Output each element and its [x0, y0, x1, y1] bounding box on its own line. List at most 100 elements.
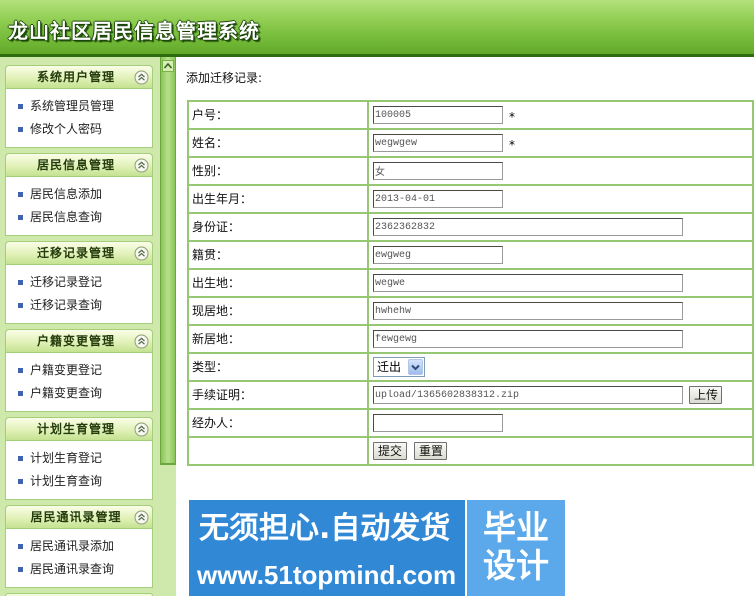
- chevron-up-icon[interactable]: [134, 334, 149, 349]
- frame-scrollbar[interactable]: [160, 57, 176, 465]
- form-row: 经办人：: [189, 410, 752, 436]
- menu-item-household-change-register[interactable]: 户籍变更登记: [6, 359, 152, 382]
- field-label: 籍贯：: [189, 242, 367, 268]
- menu-item-contacts-query[interactable]: 居民通讯录查询: [6, 558, 152, 581]
- field-label: 新居地：: [189, 326, 367, 352]
- form-actions-row: 提交 重置: [189, 438, 752, 464]
- field-label: 类型：: [189, 354, 367, 380]
- scroll-up-arrow-icon[interactable]: [162, 60, 174, 72]
- menu-item-label: 计划生育查询: [30, 474, 103, 488]
- square-bullet-icon: [18, 280, 23, 285]
- menu-item-family-planning-query[interactable]: 计划生育查询: [6, 470, 152, 493]
- menu-item-label: 户籍变更查询: [30, 386, 103, 400]
- empty-label-cell: [189, 438, 367, 464]
- field-label: 身份证：: [189, 214, 367, 240]
- form-row: 性别：: [189, 158, 752, 184]
- menu-header-migration-records[interactable]: 迁移记录管理: [5, 241, 153, 265]
- watermark-badge-bottom: 设计: [483, 546, 549, 585]
- form-row: 手续证明： 上传: [189, 382, 752, 408]
- menu-item-label: 计划生育登记: [30, 451, 103, 465]
- menu-section-household-changes: 户籍变更管理 户籍变更登记 户籍变更查询: [5, 329, 153, 412]
- menu-item-contacts-add[interactable]: 居民通讯录添加: [6, 535, 152, 558]
- birth-date-input[interactable]: [373, 190, 503, 208]
- menu-item-resident-query[interactable]: 居民信息查询: [6, 206, 152, 229]
- square-bullet-icon: [18, 456, 23, 461]
- menu-item-label: 居民信息查询: [30, 210, 103, 224]
- square-bullet-icon: [18, 544, 23, 549]
- menu-section-system-users: 系统用户管理 系统管理员管理 修改个人密码: [5, 65, 153, 148]
- submit-button[interactable]: 提交: [373, 442, 407, 460]
- household-no-input[interactable]: [373, 106, 503, 124]
- upload-button[interactable]: 上传: [689, 386, 722, 404]
- id-card-input[interactable]: [373, 218, 683, 236]
- form-row: 类型： 迁出: [189, 354, 752, 380]
- watermark-text-panel: 无须担心.自动发货 www.51topmind.com: [189, 500, 465, 596]
- watermark-slogan: 无须担心.自动发货: [199, 511, 451, 546]
- chevron-up-icon[interactable]: [134, 422, 149, 437]
- form-actions-cell: 提交 重置: [369, 438, 752, 464]
- square-bullet-icon: [18, 368, 23, 373]
- handler-input[interactable]: [373, 414, 503, 432]
- form-row: 出生地：: [189, 270, 752, 296]
- menu-header-resident-contacts[interactable]: 居民通讯录管理: [5, 505, 153, 529]
- menu-items: 居民信息添加 居民信息查询: [5, 177, 153, 236]
- document-path-input[interactable]: [373, 386, 683, 404]
- menu-item-migration-register[interactable]: 迁移记录登记: [6, 271, 152, 294]
- menu-item-household-change-query[interactable]: 户籍变更查询: [6, 382, 152, 405]
- menu-header-title: 居民通讯录管理: [30, 510, 122, 524]
- menu-item-label: 迁移记录查询: [30, 298, 103, 312]
- field-value-cell: [369, 270, 752, 296]
- form-row: 现居地：: [189, 298, 752, 324]
- menu-item-label: 居民通讯录添加: [30, 539, 115, 553]
- field-value-cell: [369, 158, 752, 184]
- new-address-input[interactable]: [373, 330, 683, 348]
- menu-item-label: 居民通讯录查询: [30, 562, 115, 576]
- watermark-badge: 毕业 设计: [467, 500, 565, 596]
- menu-item-resident-add[interactable]: 居民信息添加: [6, 183, 152, 206]
- watermark-badge-top: 毕业: [483, 508, 549, 547]
- square-bullet-icon: [18, 479, 23, 484]
- menu-item-family-planning-register[interactable]: 计划生育登记: [6, 447, 152, 470]
- menu-item-change-password[interactable]: 修改个人密码: [6, 118, 152, 141]
- field-label: 性别：: [189, 158, 367, 184]
- menu-header-resident-info[interactable]: 居民信息管理: [5, 153, 153, 177]
- type-select[interactable]: 迁出: [373, 357, 425, 377]
- chevron-up-icon[interactable]: [134, 246, 149, 261]
- square-bullet-icon: [18, 192, 23, 197]
- menu-item-label: 居民信息添加: [30, 187, 103, 201]
- native-place-input[interactable]: [373, 246, 503, 264]
- form-row: 姓名： *: [189, 130, 752, 156]
- field-label: 手续证明：: [189, 382, 367, 408]
- birthplace-input[interactable]: [373, 274, 683, 292]
- chevron-up-icon[interactable]: [134, 158, 149, 173]
- gender-input[interactable]: [373, 162, 503, 180]
- menu-item-admin-manage[interactable]: 系统管理员管理: [6, 95, 152, 118]
- field-label: 现居地：: [189, 298, 367, 324]
- menu-header-family-planning[interactable]: 计划生育管理: [5, 417, 153, 441]
- chevron-up-icon[interactable]: [134, 510, 149, 525]
- menu-item-migration-query[interactable]: 迁移记录查询: [6, 294, 152, 317]
- menu-header-system-users[interactable]: 系统用户管理: [5, 65, 153, 89]
- menu-section-resident-contacts: 居民通讯录管理 居民通讯录添加 居民通讯录查询: [5, 505, 153, 588]
- sidebar: 系统用户管理 系统管理员管理 修改个人密码 居民信息管理 居民信息添加 居民信息…: [0, 57, 176, 596]
- name-input[interactable]: [373, 134, 503, 152]
- chevron-up-icon[interactable]: [134, 70, 149, 85]
- square-bullet-icon: [18, 567, 23, 572]
- menu-header-household-changes[interactable]: 户籍变更管理: [5, 329, 153, 353]
- current-address-input[interactable]: [373, 302, 683, 320]
- dropdown-arrow-icon[interactable]: [408, 359, 423, 375]
- menu-items: 迁移记录登记 迁移记录查询: [5, 265, 153, 324]
- field-label: 出生地：: [189, 270, 367, 296]
- menu-item-label: 迁移记录登记: [30, 275, 103, 289]
- field-value-cell: *: [369, 102, 752, 128]
- field-value-cell: 上传: [369, 382, 752, 408]
- menu-header-title: 迁移记录管理: [36, 246, 115, 260]
- title-bar: 龙山社区居民信息管理系统: [0, 0, 754, 54]
- type-select-value: 迁出: [377, 360, 402, 374]
- reset-button[interactable]: 重置: [414, 442, 447, 460]
- menu-header-title: 系统用户管理: [36, 70, 115, 84]
- field-label: 出生年月：: [189, 186, 367, 212]
- menu-item-label: 修改个人密码: [30, 122, 103, 136]
- form-row: 籍贯：: [189, 242, 752, 268]
- migration-form-table: 户号： * 姓名： * 性别： 出生年月： 身份证： 籍贯：: [187, 100, 754, 466]
